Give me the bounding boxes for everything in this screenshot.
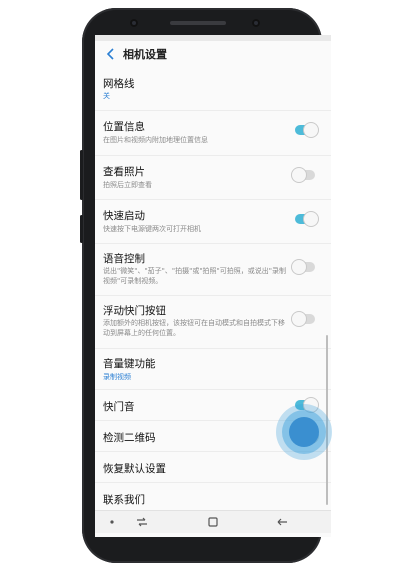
navigation-bar [95,510,331,533]
touch-indicator [276,404,332,460]
toggle-knob [304,212,318,226]
toggle-knob [292,312,306,326]
setting-floating-shutter[interactable]: 浮动快门按钮 添加额外的相机按钮，该按钮可在自动模式和自拍模式下移动到屏幕上的任… [95,296,331,349]
setting-value: 录制视频 [103,373,131,381]
bixby-button [80,215,83,243]
setting-title: 音量键功能 [103,358,156,370]
chevron-left-icon [106,48,114,60]
toggle-knob [292,168,306,182]
location-tags-toggle[interactable] [295,123,318,137]
dot-icon[interactable] [101,511,123,533]
setting-title: 恢复默认设置 [103,463,166,475]
setting-description: 添加额外的相机按钮，该按钮可在自动模式和自拍模式下移动到屏幕上的任何位置。 [103,319,285,337]
setting-description: 在图片和视频内附加地理位置信息 [103,136,208,144]
toggle-knob [292,260,306,274]
app-header: 相机设置 [95,41,331,67]
setting-title: 位置信息 [103,121,145,133]
setting-title: 语音控制 [103,253,145,265]
review-pictures-toggle[interactable] [292,168,315,182]
iris-sensor [130,19,138,27]
setting-title: 查看照片 [103,166,145,178]
setting-description: 快速按下电源键两次可打开相机 [103,225,201,233]
setting-description: 拍照后立即查看 [103,181,152,189]
setting-quick-launch[interactable]: 快速启动 快速按下电源键两次可打开相机 [95,200,331,244]
setting-title: 快速启动 [103,210,145,222]
setting-title: 浮动快门按钮 [103,305,166,317]
floating-shutter-toggle[interactable] [292,312,315,326]
setting-title: 网格线 [103,78,135,90]
earpiece-speaker [170,21,226,25]
setting-location-tags[interactable]: 位置信息 在图片和视频内附加地理位置信息 [95,111,331,156]
voice-control-toggle[interactable] [292,260,315,274]
toggle-knob [304,123,318,137]
setting-description: 说出"微笑"、"茄子"、"拍摄"或"拍照"可拍照，或说出"录制视频"可录制视频。 [103,267,286,285]
quick-launch-toggle[interactable] [295,212,318,226]
page-title: 相机设置 [123,48,167,61]
setting-title: 检测二维码 [103,432,156,444]
setting-volume-key[interactable]: 音量键功能 录制视频 [95,349,331,390]
volume-button [80,150,83,200]
setting-voice-control[interactable]: 语音控制 说出"微笑"、"茄子"、"拍摄"或"拍照"可拍照，或说出"录制视频"可… [95,244,331,296]
setting-title: 联系我们 [103,494,145,506]
back-icon[interactable] [271,511,293,533]
setting-grid-lines[interactable]: 网格线 关 [95,68,331,111]
home-icon[interactable] [202,511,224,533]
setting-value: 关 [103,92,110,100]
screen: 相机设置 网格线 关 位置信息 在图片和视频内附加地理位置信息 查看照片 拍照后… [95,35,331,537]
recent-apps-icon[interactable] [131,511,153,533]
front-camera [252,19,260,27]
setting-title: 快门音 [103,401,135,413]
setting-review-pictures[interactable]: 查看照片 拍照后立即查看 [95,156,331,200]
back-button[interactable] [101,44,121,64]
